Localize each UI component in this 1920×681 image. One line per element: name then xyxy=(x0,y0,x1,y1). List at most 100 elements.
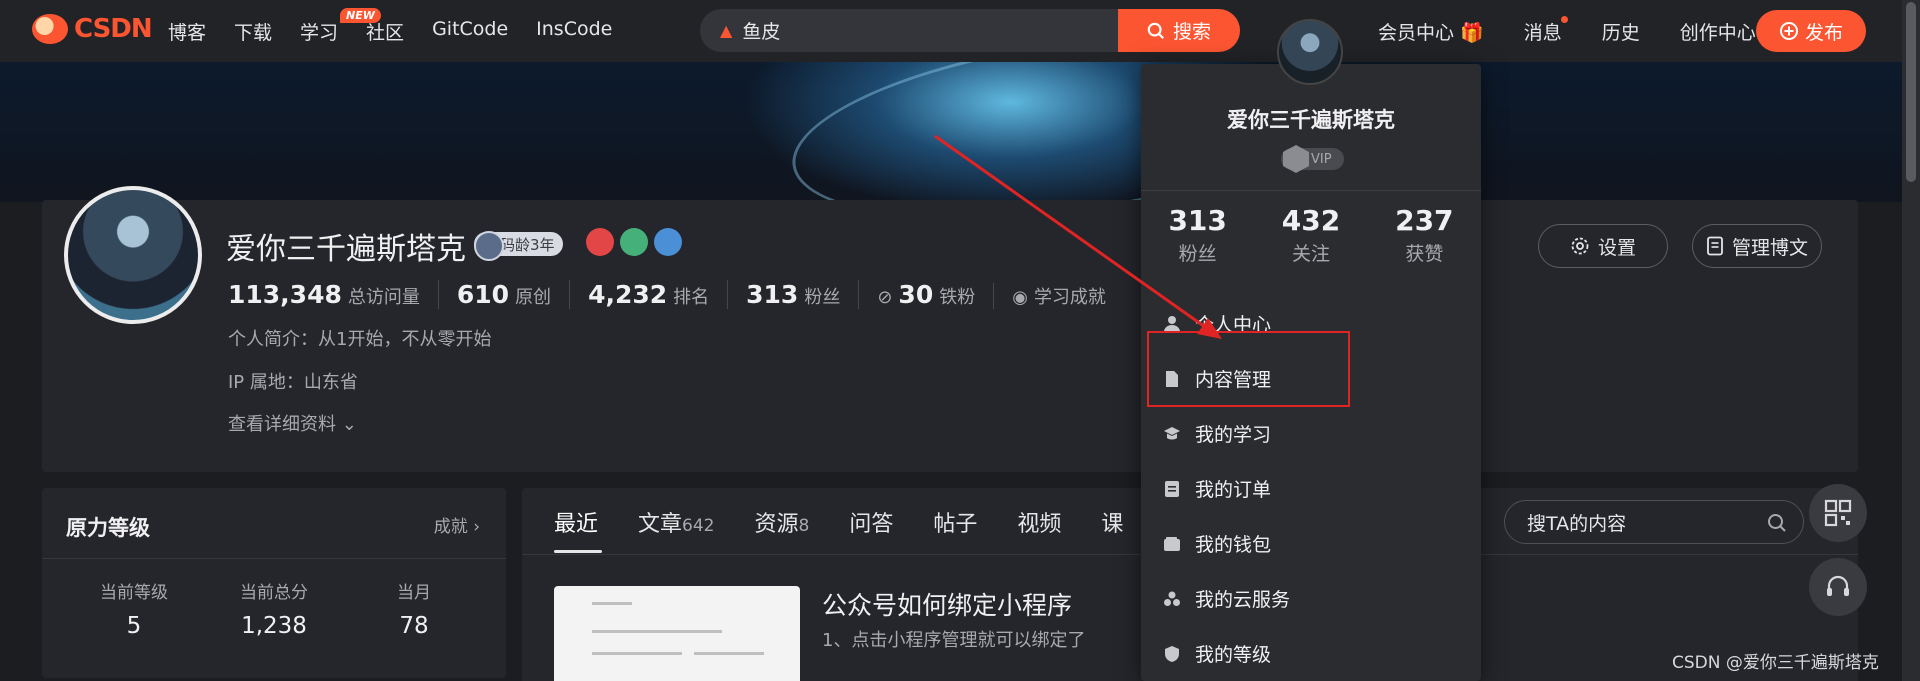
stat-original[interactable]: 610 原创 xyxy=(437,280,569,309)
profile-avatar[interactable] xyxy=(64,186,202,324)
monthly-score-value: 78 xyxy=(399,613,429,639)
manage-posts-button[interactable]: 管理博文 xyxy=(1692,224,1822,268)
order-icon xyxy=(1165,480,1179,497)
nav-messages[interactable]: 消息 xyxy=(1524,16,1568,45)
menu-item-my-orders[interactable]: 我的订单 xyxy=(1141,461,1481,516)
search-icon[interactable] xyxy=(1767,513,1787,533)
menu-item-label: 我的钱包 xyxy=(1195,534,1272,556)
dropdown-stats: 313 粉丝 432 关注 237 获赞 xyxy=(1141,204,1481,266)
tab-qa[interactable]: 问答 xyxy=(849,506,893,538)
current-score-label: 当前总分 xyxy=(240,583,308,603)
stat-iron-fans[interactable]: ⊘ 30 铁粉 xyxy=(858,280,993,309)
stat-iron-fans-label: 铁粉 xyxy=(939,287,976,308)
nav-blog[interactable]: 博客 xyxy=(168,18,206,45)
flame-icon: ▲ xyxy=(720,21,733,40)
menu-item-label: 我的学习 xyxy=(1195,424,1272,446)
dropdown-following-value: 432 xyxy=(1281,204,1341,237)
stat-rank-value: 4,232 xyxy=(588,280,668,309)
tab-articles[interactable]: 文章642 xyxy=(638,506,714,538)
profile-banner xyxy=(0,62,1902,202)
community-badge-icon xyxy=(620,228,648,256)
achievement-link[interactable]: 成就 › xyxy=(434,512,480,537)
customer-service-button[interactable] xyxy=(1809,558,1867,616)
eye-icon: ◉ xyxy=(1012,287,1028,308)
dropdown-stat-fans[interactable]: 313 粉丝 xyxy=(1168,204,1226,266)
settings-button[interactable]: 设置 xyxy=(1538,224,1668,268)
publish-button[interactable]: 发布 xyxy=(1756,10,1866,52)
stat-achievements-label: 学习成就 xyxy=(1033,287,1106,308)
tab-courses-label: 课 xyxy=(1101,512,1124,537)
tab-qa-label: 问答 xyxy=(849,512,894,537)
stat-visits-value: 113,348 xyxy=(228,280,342,309)
search-input[interactable]: 鱼皮 xyxy=(742,17,780,44)
menu-item-my-level[interactable]: 我的等级 xyxy=(1141,626,1481,681)
user-avatar[interactable] xyxy=(1277,19,1343,85)
nav-learn[interactable]: 学习 xyxy=(300,18,338,45)
profile-stats: 113,348 总访问量 610 原创 4,232 排名 313 粉丝 ⊘ 30 铁粉 ◉ 学… xyxy=(228,280,1124,309)
tab-recent[interactable]: 最近 xyxy=(554,506,598,538)
stat-original-label: 原创 xyxy=(515,287,552,308)
medal-icon xyxy=(586,228,614,256)
vip-badge[interactable]: VIP xyxy=(1281,148,1344,170)
tab-videos[interactable]: 视频 xyxy=(1017,506,1061,538)
current-score: 当前总分 1,238 xyxy=(204,578,344,639)
menu-item-label: 我的等级 xyxy=(1195,644,1272,666)
view-details-link[interactable]: 查看详细资料 ⌄ xyxy=(228,410,357,436)
article-title[interactable]: 公众号如何绑定小程序 xyxy=(822,586,1072,622)
nav-inscode[interactable]: InsCode xyxy=(536,18,612,45)
gift-icon: 🎁 xyxy=(1460,22,1484,44)
nav-creator-center[interactable]: 创作中心 xyxy=(1680,18,1756,45)
scrollbar-thumb[interactable] xyxy=(1906,2,1916,182)
thumb-line xyxy=(592,652,682,655)
nav-vip-center[interactable]: 会员中心 🎁 xyxy=(1378,18,1484,45)
tab-resources[interactable]: 资源8 xyxy=(754,506,809,538)
current-level: 当前等级 5 xyxy=(64,578,204,639)
stat-fans[interactable]: 313 粉丝 xyxy=(727,280,858,309)
force-level-card: 原力等级 成就 › 当前等级 5 当前总分 1,238 当月 78 xyxy=(42,488,506,678)
new-badge: NEW xyxy=(340,8,381,23)
article-thumbnail[interactable] xyxy=(554,586,800,681)
tab-recent-label: 最近 xyxy=(554,512,599,537)
stat-fans-label: 粉丝 xyxy=(804,287,841,308)
content-search-input[interactable]: 搜TA的内容 xyxy=(1504,500,1804,544)
code-age-badge: 码龄3年 xyxy=(474,231,563,261)
nav-history[interactable]: 历史 xyxy=(1602,18,1640,45)
tab-resources-count: 8 xyxy=(798,516,810,536)
logo-text: CSDN xyxy=(74,14,153,44)
qr-code-button[interactable] xyxy=(1809,484,1867,542)
dropdown-stat-following[interactable]: 432 关注 xyxy=(1282,204,1340,266)
search-bar[interactable]: ▲ 鱼皮 搜索 xyxy=(700,9,1240,52)
nav-download[interactable]: 下载 xyxy=(234,18,272,45)
monkey-logo-icon xyxy=(32,14,68,44)
csdn-logo[interactable]: CSDN xyxy=(32,14,153,44)
qr-code-icon xyxy=(1824,499,1852,527)
menu-item-my-wallet[interactable]: 我的钱包 xyxy=(1141,516,1481,571)
nav-gitcode[interactable]: GitCode xyxy=(432,18,508,45)
dropdown-fans-label: 粉丝 xyxy=(1178,243,1217,265)
menu-item-my-learning[interactable]: 我的学习 xyxy=(1141,406,1481,461)
content-tabs: 最近 文章642 资源8 问答 帖子 视频 课 xyxy=(554,506,1123,538)
eye-off-icon: ⊘ xyxy=(877,287,893,308)
search-button-label: 搜索 xyxy=(1172,21,1211,43)
menu-item-my-cloud-service[interactable]: 我的云服务 xyxy=(1141,571,1481,626)
stat-iron-fans-value: 30 xyxy=(898,280,934,309)
wallet-icon xyxy=(1164,536,1180,551)
monthly-score-label: 当月 xyxy=(397,583,431,603)
divider xyxy=(1141,190,1481,191)
active-tab-indicator xyxy=(554,550,602,553)
dropdown-username[interactable]: 爱你三千遍斯塔克 xyxy=(1141,104,1481,134)
divider xyxy=(42,558,506,559)
search-button[interactable]: 搜索 xyxy=(1118,9,1240,52)
shield-check-icon xyxy=(1165,645,1179,662)
chevron-right-icon: › xyxy=(473,517,480,537)
tab-posts[interactable]: 帖子 xyxy=(933,506,977,538)
stat-achievements[interactable]: ◉ 学习成就 xyxy=(993,283,1124,309)
dropdown-stat-likes[interactable]: 237 获赞 xyxy=(1395,204,1453,266)
gear-icon xyxy=(1571,237,1589,255)
tab-courses[interactable]: 课 xyxy=(1101,506,1123,538)
highlight-box-annotation xyxy=(1147,331,1350,407)
document-icon xyxy=(1707,236,1723,256)
current-level-label: 当前等级 xyxy=(100,583,168,603)
page-scrollbar[interactable] xyxy=(1902,0,1920,681)
plus-circle-icon xyxy=(1779,22,1798,40)
